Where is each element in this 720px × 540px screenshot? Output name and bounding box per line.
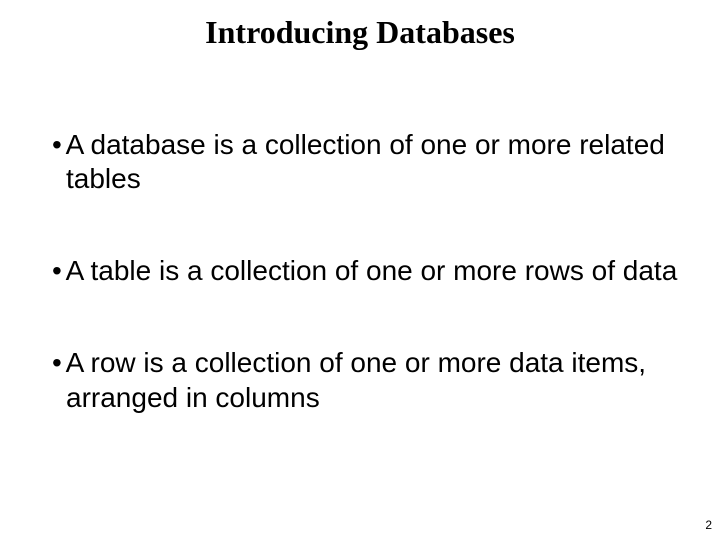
bullet-item: A table is a collection of one or more r… xyxy=(52,254,680,288)
slide-title: Introducing Databases xyxy=(0,14,720,51)
page-number: 2 xyxy=(705,518,712,532)
bullet-item: A database is a collection of one or mor… xyxy=(52,128,680,196)
slide-body: A database is a collection of one or mor… xyxy=(52,128,680,473)
bullet-item: A row is a collection of one or more dat… xyxy=(52,346,680,414)
slide: Introducing Databases A database is a co… xyxy=(0,0,720,540)
